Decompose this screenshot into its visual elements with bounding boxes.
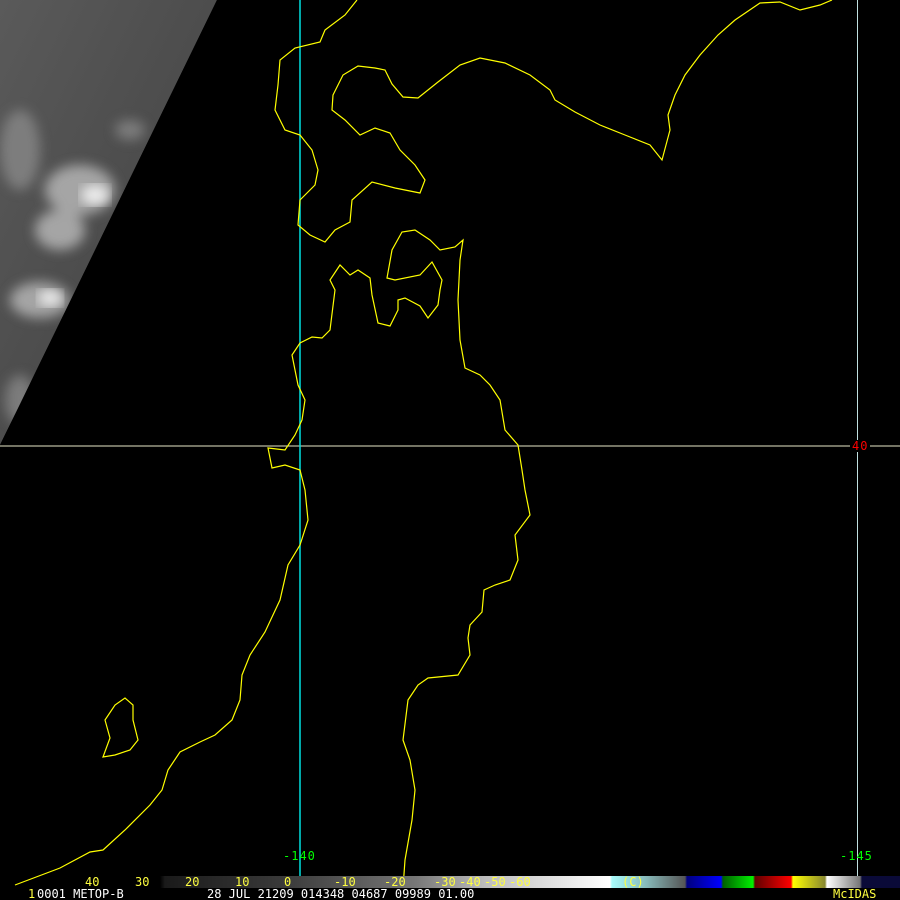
- colorbar-tick: 30: [135, 875, 150, 889]
- satellite-image-viewer: -140 -145 40 40 30 20 10 0 -10 -20 -30 -…: [0, 0, 900, 900]
- lon-140-label: -140: [283, 849, 316, 863]
- colorbar-unit: (C): [622, 875, 644, 889]
- lat-40-label: 40: [850, 439, 871, 453]
- image-datetime: 28 JUL 21209 014348 04687 09989 01.00: [207, 887, 475, 900]
- colorbar-tick: -60: [509, 875, 531, 889]
- coastline-island: [102, 697, 139, 758]
- coastline-hokkaido: [274, 0, 833, 243]
- frame-number: 1: [28, 887, 36, 900]
- map-canvas: [0, 0, 900, 889]
- coastline-honshu: [14, 229, 531, 889]
- status-line: 1 0001 METOP-B 28 JUL 21209 014348 04687 0…: [0, 888, 900, 900]
- satellite-name: 0001 METOP-B: [37, 887, 124, 900]
- satellite-swath: [0, 0, 217, 445]
- mcidas-brand: McIDAS: [833, 887, 877, 900]
- colorbar-tick: -50: [484, 875, 506, 889]
- lon-145-label: -145: [840, 849, 873, 863]
- colorbar-tick: 20: [185, 875, 200, 889]
